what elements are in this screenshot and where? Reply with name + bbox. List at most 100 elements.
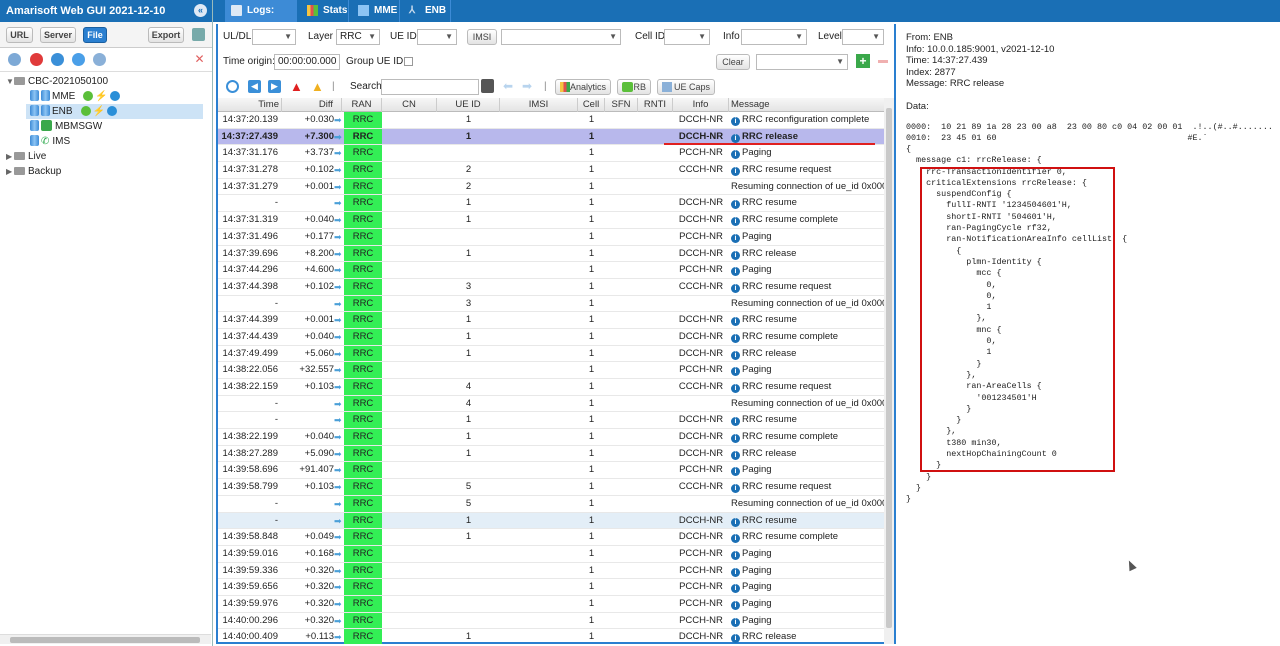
time-origin-input[interactable]: 00:00:00.000: [274, 54, 340, 70]
table-row[interactable]: 14:38:22.159 +0.103 ➡ RRC 4 1 CCCH-NR i RRC resu…: [218, 379, 888, 396]
layer-select[interactable]: RRC ▼: [336, 29, 380, 45]
table-row[interactable]: 14:37:44.439 +0.040 ➡ RRC 1 1 DCCH-NR i RRC resu…: [218, 328, 888, 346]
file-button[interactable]: File: [83, 27, 107, 43]
left-horizontal-scrollbar[interactable]: [0, 634, 211, 644]
table-row[interactable]: 14:39:59.976 +0.320 ➡ RRC 1 PCCH-NR i Paging: [218, 595, 888, 613]
tree-root[interactable]: ▼ CBC-2021050100: [6, 74, 108, 89]
server-button[interactable]: Server: [40, 27, 76, 43]
tab-mme[interactable]: MME: [352, 0, 400, 22]
direction-icon: ➡: [334, 432, 342, 443]
play-icon[interactable]: [109, 91, 120, 101]
info-select[interactable]: ▼: [741, 29, 807, 45]
col-cn[interactable]: CN: [382, 98, 437, 112]
scrollbar-thumb[interactable]: [10, 637, 200, 643]
level-select[interactable]: ▼: [842, 29, 884, 45]
add-icon[interactable]: +: [856, 54, 870, 68]
warning-icon[interactable]: ▲: [311, 79, 324, 94]
col-ran[interactable]: RAN: [342, 98, 382, 112]
binoculars-icon[interactable]: [481, 79, 494, 93]
imsi-button[interactable]: IMSI: [467, 29, 497, 45]
cellid-select[interactable]: ▼: [664, 29, 710, 45]
message-text: RRC release: [742, 247, 797, 259]
table-row[interactable]: 14:38:22.056 +32.557 ➡ RRC 1 PCCH-NR i Paging: [218, 362, 888, 379]
filter-preset-select[interactable]: ▼: [756, 54, 848, 70]
url-button[interactable]: URL: [6, 27, 33, 43]
log-vertical-scrollbar[interactable]: [884, 98, 894, 644]
ue-caps-button[interactable]: UE Caps: [657, 79, 715, 95]
table-row[interactable]: 14:37:44.296 +4.600 ➡ RRC 1 PCCH-NR i Paging: [218, 262, 888, 279]
arrow-left-icon[interactable]: ◀: [248, 80, 261, 93]
error-icon[interactable]: ▲: [290, 79, 303, 94]
remove-icon[interactable]: [878, 60, 888, 63]
analytics-button[interactable]: Analytics: [555, 79, 611, 95]
table-row[interactable]: 14:37:44.399 +0.001 ➡ RRC 1 1 DCCH-NR i RRC resu…: [218, 312, 888, 329]
ueid-select[interactable]: ▼: [417, 29, 457, 45]
table-row[interactable]: 14:39:58.848 +0.049 ➡ RRC 1 1 DCCH-NR i RRC resu…: [218, 529, 888, 546]
table-row[interactable]: 14:39:59.656 +0.320 ➡ RRC 1 PCCH-NR i Paging: [218, 579, 888, 596]
search-input[interactable]: [381, 79, 479, 95]
table-row[interactable]: 14:37:31.176 +3.737 ➡ RRC 1 PCCH-NR i Paging: [218, 145, 888, 163]
table-row[interactable]: 14:39:58.696 +91.407 ➡ RRC 1 PCCH-NR i Paging: [218, 462, 888, 480]
rb-button[interactable]: RB: [617, 79, 651, 95]
table-row[interactable]: 14:37:31.278 +0.102 ➡ RRC 2 1 CCCH-NR i RRC resu…: [218, 162, 888, 179]
cell-info: CCCH-NR: [678, 381, 724, 392]
table-row[interactable]: - ➡ RRC 1 1 DCCH-NR i RRC resume: [218, 195, 888, 213]
stop-icon[interactable]: [30, 53, 43, 66]
uldl-select[interactable]: ▼: [252, 29, 296, 45]
arrow-right-icon[interactable]: ▶: [268, 80, 281, 93]
export-icon[interactable]: [192, 28, 205, 41]
table-row[interactable]: 14:39:59.336 +0.320 ➡ RRC 1 PCCH-NR i Paging: [218, 562, 888, 580]
prev-result-icon[interactable]: ⬅: [503, 79, 513, 93]
col-diff[interactable]: Diff: [282, 98, 342, 112]
table-row[interactable]: 14:37:49.499 +5.060 ➡ RRC 1 1 DCCH-NR i RRC rele…: [218, 345, 888, 363]
refresh-icon[interactable]: [51, 53, 64, 66]
tree-item-live[interactable]: ▶ Live: [6, 149, 46, 164]
clear-button[interactable]: Clear: [716, 54, 750, 70]
tree-item-mme[interactable]: MME ⚡: [30, 89, 120, 104]
table-row[interactable]: - ➡ RRC 1 1 DCCH-NR i RRC resume: [218, 412, 888, 430]
imsi-select[interactable]: ▼: [501, 29, 621, 45]
table-row[interactable]: 14:39:59.016 +0.168 ➡ RRC 1 PCCH-NR i Paging: [218, 545, 888, 563]
group-ueid-checkbox[interactable]: [404, 57, 413, 66]
col-message[interactable]: Message: [729, 98, 888, 112]
table-row[interactable]: 14:37:31.319 +0.040 ➡ RRC 1 1 DCCH-NR i RRC resu…: [218, 212, 888, 229]
table-row[interactable]: 14:37:31.279 +0.001 ➡ RRC 2 1 Resuming connect…: [218, 178, 888, 196]
table-row[interactable]: - ➡ RRC 4 1 Resuming connection of ue_id 0x00…: [218, 395, 888, 413]
pause-icon[interactable]: [72, 53, 85, 66]
clock-icon[interactable]: [226, 80, 239, 93]
tab-enb[interactable]: ⅄ ENB: [403, 0, 451, 22]
table-row[interactable]: 14:37:20.139 +0.030 ➡ RRC 1 1 DCCH-NR i RRC reco…: [218, 112, 888, 129]
tab-stats[interactable]: Stats: [301, 0, 349, 22]
col-time[interactable]: Time: [218, 98, 282, 112]
table-row[interactable]: 14:39:58.799 +0.103 ➡ RRC 5 1 CCCH-NR i RRC resu…: [218, 479, 888, 496]
table-row[interactable]: - ➡ RRC 3 1 Resuming connection of ue_id 0x00…: [218, 295, 888, 313]
search-icon[interactable]: [8, 53, 21, 66]
col-cell[interactable]: Cell: [578, 98, 605, 112]
table-row[interactable]: 14:38:27.289 +5.090 ➡ RRC 1 1 DCCH-NR i RRC rele…: [218, 445, 888, 463]
export-button[interactable]: Export: [148, 27, 184, 43]
col-info[interactable]: Info: [673, 98, 729, 112]
tree-item-backup[interactable]: ▶ Backup: [6, 164, 61, 179]
table-row[interactable]: 14:38:22.199 +0.040 ➡ RRC 1 1 DCCH-NR i RRC resu…: [218, 429, 888, 446]
table-row[interactable]: - ➡ RRC 1 1 DCCH-NR i RRC resume: [218, 512, 888, 530]
delete-icon[interactable]: ✕: [193, 53, 206, 66]
col-rnti[interactable]: RNTI: [638, 98, 673, 112]
table-row[interactable]: 14:37:39.696 +8.200 ➡ RRC 1 1 DCCH-NR i RRC rele…: [218, 245, 888, 263]
tree-item-ims[interactable]: ✆ IMS: [30, 134, 70, 149]
table-row[interactable]: - ➡ RRC 5 1 Resuming connection of ue_id 0x00…: [218, 495, 888, 513]
col-ueid[interactable]: UE ID: [437, 98, 500, 112]
table-row[interactable]: 14:37:31.496 +0.177 ➡ RRC 1 PCCH-NR i Paging: [218, 228, 888, 246]
table-row[interactable]: 14:40:00.296 +0.320 ➡ RRC 1 PCCH-NR i Paging: [218, 612, 888, 630]
settings-icon[interactable]: [93, 53, 106, 66]
col-imsi[interactable]: IMSI: [500, 98, 578, 112]
col-sfn[interactable]: SFN: [605, 98, 638, 112]
table-row[interactable]: 14:40:00.409 +0.113 ➡ RRC 1 1 DCCH-NR i RRC rele…: [218, 629, 888, 644]
scrollbar-thumb[interactable]: [886, 108, 892, 628]
collapse-left-icon[interactable]: «: [194, 4, 207, 17]
tree-item-mbmsgw[interactable]: MBMSGW: [30, 119, 102, 134]
next-result-icon[interactable]: ➡: [522, 79, 532, 93]
tab-logs[interactable]: Logs: 16093: [225, 0, 297, 38]
play-icon[interactable]: [107, 106, 118, 116]
table-row[interactable]: 14:37:44.398 +0.102 ➡ RRC 3 1 CCCH-NR i RRC resu…: [218, 278, 888, 296]
tree-item-enb[interactable]: ENB ⚡: [26, 104, 203, 119]
